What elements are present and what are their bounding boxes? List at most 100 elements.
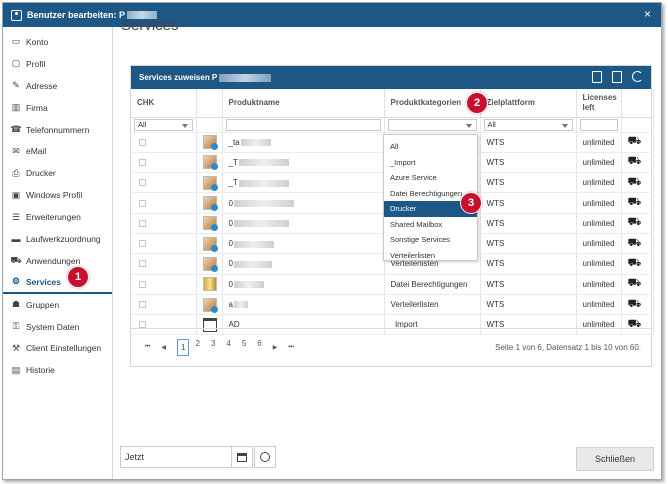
row-checkbox[interactable] [139,138,146,146]
product-icon [202,256,218,272]
printer-icon: ⎙ [12,167,20,178]
sidebar-item-anwendungen[interactable]: ⛟ Anwendungen [3,250,112,272]
sidebar-item-system-daten[interactable]: ⚿ System Daten [3,316,112,338]
page-button-6[interactable]: 6 [257,339,261,356]
page-button-5[interactable]: 5 [242,339,246,356]
licenses-left: unlimited [582,137,615,147]
sidebar-item-label: Anwendungen [26,255,81,266]
chevron-down-icon [181,123,188,128]
sidebar-item-label: System Daten [26,321,80,332]
sidebar-item-gruppen[interactable]: ☗ Gruppen [3,294,112,316]
prev-page-button[interactable]: ◀ [161,344,166,351]
row-checkbox[interactable] [139,199,146,207]
chevron-down-icon [561,123,568,128]
copy-icon[interactable] [592,71,602,83]
cart-icon[interactable]: ⛟ [628,298,642,310]
row-checkbox[interactable] [139,179,146,187]
page-button-1[interactable]: 1 [177,339,190,356]
product-icon [202,175,218,191]
column-header-licenses-left[interactable]: Licenses left [576,89,622,118]
row-checkbox[interactable] [139,280,146,288]
cart-icon[interactable]: ⛟ [628,176,642,188]
sidebar-item-firma[interactable]: ▥ Firma [3,97,112,119]
platform-filter-select[interactable]: All [483,118,573,131]
sidebar-item-drucker[interactable]: ⎙ Drucker [3,162,112,184]
first-page-button[interactable]: ⏮ [145,344,150,351]
page-button-4[interactable]: 4 [226,339,230,356]
last-page-button[interactable]: ⏭ [288,344,293,351]
licenses-left: unlimited [582,178,615,188]
cart-icon[interactable]: ⛟ [628,216,642,228]
chk-filter-value: All [138,120,147,129]
table-row[interactable]: 0 Datei Berechtigungen WTS unlimited ⛟ [131,274,654,295]
row-checkbox[interactable] [139,260,146,268]
export-icon[interactable] [612,71,622,83]
sidebar-item-historie[interactable]: ▤ Historie [3,359,112,381]
close-icon[interactable]: × [644,7,651,21]
licenses-left: unlimited [582,259,615,269]
cart-icon[interactable]: ⛟ [628,237,642,249]
close-button[interactable]: Schließen [576,447,654,471]
cart-icon[interactable]: ⛟ [628,196,642,208]
building-icon: ▥ [11,102,21,113]
sidebar-item-konto[interactable]: ▭ Konto [3,31,112,53]
sidebar-item-client-einstellungen[interactable]: ⚒ Client Einstellungen [3,337,112,359]
column-header-product-name[interactable]: Produktname [222,89,385,118]
sidebar-item-label: Laufwerkzuordnung [26,233,101,244]
page-button-3[interactable]: 3 [211,339,215,356]
cart-icon[interactable]: ⛟ [628,277,642,289]
dropdown-option[interactable]: Shared Mailbox [384,217,477,233]
target-platform: WTS [486,198,505,208]
sidebar-item-email[interactable]: ✉ eMail [3,140,112,162]
cart-icon: ⛟ [10,254,22,265]
dropdown-option[interactable]: All [384,139,477,155]
product-icon [202,196,218,212]
sidebar-item-label: Erweiterungen [26,212,81,223]
sidebar-item-windows-profil[interactable]: ▣ Windows Profil [3,184,112,206]
sidebar-item-label: Windows Profil [26,190,83,201]
date-input[interactable]: Jetzt [120,446,232,468]
product-category-filter-select[interactable] [387,118,477,131]
sidebar-item-adresse[interactable]: ✎ Adresse [3,75,112,97]
sidebar-item-erweiterungen[interactable]: ☰ Erweiterungen [3,206,112,228]
sidebar-item-telefonnummern[interactable]: ☎ Telefonnummern [3,119,112,141]
product-name-filter-input[interactable] [225,118,381,131]
row-checkbox[interactable] [139,301,146,309]
row-checkbox[interactable] [139,158,146,166]
licenses-left: unlimited [582,157,615,167]
sidebar-item-laufwerkzuordnung[interactable]: ▬ Laufwerkzuordnung [3,228,112,250]
target-platform: WTS [486,239,505,249]
row-checkbox[interactable] [139,240,146,248]
sidebar-item-services[interactable]: ⚙ Services [3,272,112,294]
column-header-icon [196,89,223,118]
row-checkbox[interactable] [139,219,146,227]
licenses-left: unlimited [582,218,615,228]
page-button-2[interactable]: 2 [195,339,199,356]
dropdown-option[interactable]: Azure Service [384,170,477,186]
product-icon [202,277,217,292]
licenses-filter-input[interactable] [579,118,618,131]
column-header-chk[interactable]: CHK [131,89,197,118]
target-platform: WTS [486,178,505,188]
table-row[interactable]: a Verteilerlisten WTS unlimited ⛟ [131,294,654,316]
calendar-icon[interactable] [231,446,253,468]
column-header-target-platform[interactable]: Zielplattform [480,89,577,118]
dropdown-option[interactable]: Verteilerlisten [384,248,477,264]
dropdown-option[interactable]: Sonstige Services [384,232,477,248]
dropdown-option[interactable]: _Import [384,155,477,171]
product-icon [202,216,218,232]
cart-icon[interactable]: ⛟ [628,155,642,167]
next-page-button[interactable]: ▶ [273,344,278,351]
window-title: Benutzer bearbeiten: P [27,10,126,20]
sidebar-item-profil[interactable]: ▢ Profil [3,53,112,75]
redacted-text [233,240,274,248]
chk-filter-select[interactable]: All [134,118,193,131]
clock-icon[interactable] [254,446,276,468]
cart-icon[interactable]: ⛟ [628,257,642,269]
cart-icon[interactable]: ⛟ [628,135,642,147]
profile-icon: ▢ [11,58,21,69]
redacted-text [233,260,272,268]
target-platform: WTS [486,279,505,289]
refresh-icon[interactable] [632,71,643,82]
product-name: a [228,300,233,310]
